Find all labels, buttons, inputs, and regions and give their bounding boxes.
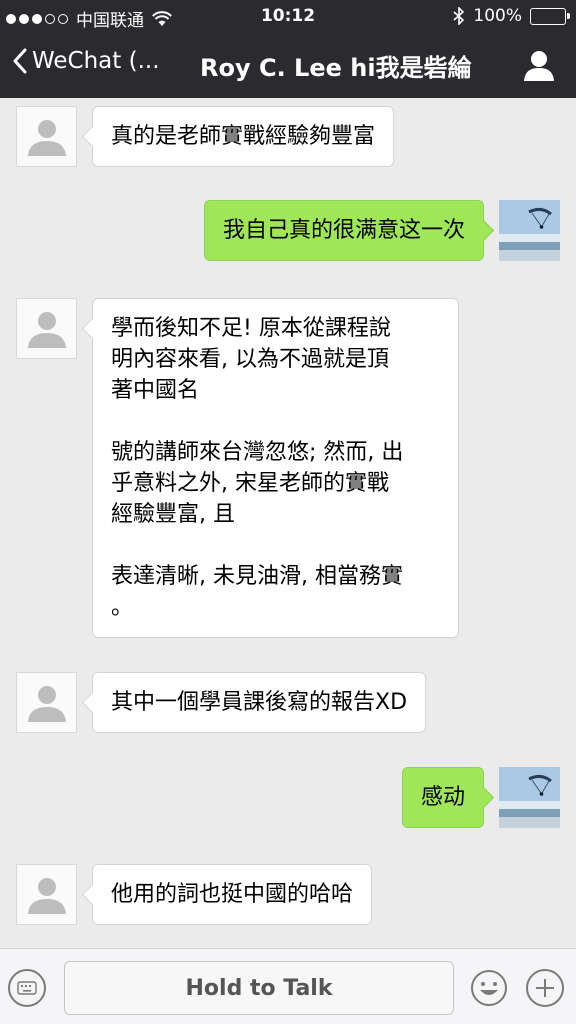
message-row: 真的是老師實戰經驗夠豐富 <box>16 106 395 167</box>
paraglider-photo-avatar <box>499 767 560 828</box>
message-row: 感动 <box>401 767 560 828</box>
keyboard-toggle-button[interactable] <box>8 969 46 1007</box>
paraglider-photo-avatar <box>499 200 560 261</box>
keyboard-icon <box>17 981 37 995</box>
default-avatar-icon <box>27 311 66 348</box>
avatar[interactable] <box>16 672 77 733</box>
avatar[interactable] <box>16 106 77 167</box>
more-options-plus-icon[interactable] <box>526 969 564 1007</box>
chat-title: Roy C. Lee hi我是砦綸 <box>200 54 472 82</box>
avatar[interactable] <box>499 200 560 261</box>
message-bubble[interactable]: 感动 <box>401 767 484 828</box>
message-bubble[interactable]: 其中一個學員課後寫的報告XD <box>92 672 427 733</box>
battery-icon <box>530 7 570 25</box>
bluetooth-icon <box>453 7 465 25</box>
message-bubble[interactable]: 真的是老師實戰經驗夠豐富 <box>92 106 395 167</box>
message-row: 學而後知不足! 原本從課程說 明內容來看, 以為不過就是頂 著中國名 號的講師來… <box>16 298 459 638</box>
avatar[interactable] <box>16 298 77 359</box>
nav-bar: WeChat (... Roy C. Lee hi我是砦綸 <box>0 34 576 98</box>
battery-percent: 100% <box>473 6 522 26</box>
status-right: 100% <box>453 6 570 26</box>
chevron-left-icon <box>13 48 27 74</box>
profile-icon[interactable] <box>522 48 556 82</box>
avatar[interactable] <box>499 767 560 828</box>
default-avatar-icon <box>27 685 66 722</box>
message-row: 他用的詞也挺中國的哈哈 <box>16 864 373 925</box>
chat-list[interactable]: 真的是老師實戰經驗夠豐富 我自己真的很满意这一次 學而後知不足! 原本從課程說 … <box>0 98 576 948</box>
message-row: 我自己真的很满意这一次 <box>203 200 560 261</box>
default-avatar-icon <box>27 877 66 914</box>
emoji-icon[interactable] <box>470 969 508 1007</box>
header: 中国联通 10:12 100% WeChat (... Roy C. Lee h… <box>0 0 576 98</box>
input-toolbar: Hold to Talk <box>0 948 576 1024</box>
back-label: WeChat (... <box>32 48 160 74</box>
default-avatar-icon <box>27 119 66 156</box>
hold-to-talk-button[interactable]: Hold to Talk <box>64 961 454 1015</box>
message-bubble[interactable]: 他用的詞也挺中國的哈哈 <box>92 864 373 925</box>
message-row: 其中一個學員課後寫的報告XD <box>16 672 427 733</box>
avatar[interactable] <box>16 864 77 925</box>
message-bubble[interactable]: 學而後知不足! 原本從課程說 明內容來看, 以為不過就是頂 著中國名 號的講師來… <box>92 298 459 638</box>
status-bar: 中国联通 10:12 100% <box>0 0 576 34</box>
message-bubble[interactable]: 我自己真的很满意这一次 <box>203 200 484 261</box>
back-button[interactable]: WeChat (... <box>12 48 160 74</box>
